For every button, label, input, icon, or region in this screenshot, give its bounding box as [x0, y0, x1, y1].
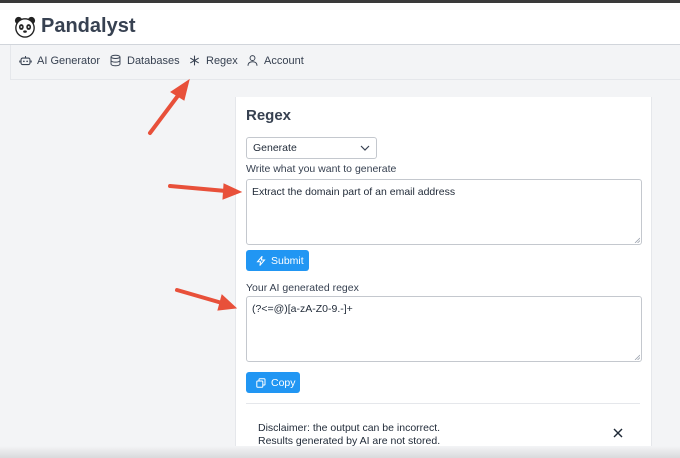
copy-label: Copy — [271, 376, 296, 389]
annotation-arrow-prompt — [168, 183, 243, 200]
asterisk-icon — [190, 55, 199, 66]
chevron-down-icon — [360, 145, 370, 151]
divider — [246, 403, 640, 404]
resize-handle-icon[interactable] — [634, 354, 640, 360]
nav-item-regex[interactable]: Regex — [188, 54, 238, 67]
window-bottom-shadow — [0, 446, 680, 458]
submit-button[interactable]: Submit — [246, 250, 309, 271]
nav-item-label: Regex — [206, 54, 238, 67]
app-title: Pandalyst — [41, 15, 136, 37]
disclaimer: Disclaimer: the output can be incorrect.… — [258, 422, 440, 448]
user-icon — [247, 55, 258, 66]
annotation-arrow-result — [175, 288, 238, 311]
mode-select-value: Generate — [253, 142, 297, 154]
prompt-textarea[interactable]: Extract the domain part of an email addr… — [246, 179, 642, 245]
database-icon — [110, 54, 121, 67]
app-header: Pandalyst — [0, 3, 680, 45]
nav-bar: AI Generator Databases Regex Account — [10, 45, 680, 80]
regex-panel: Regex Generate Write what you want to ge… — [235, 97, 652, 458]
result-textarea[interactable]: (?<=@)[a-zA-Z0-9.-]+ — [246, 296, 642, 362]
nav-item-databases[interactable]: Databases — [109, 54, 180, 67]
result-text: (?<=@)[a-zA-Z0-9.-]+ — [252, 303, 353, 315]
page-title: Regex — [246, 107, 292, 124]
mode-select[interactable]: Generate — [246, 137, 377, 159]
annotation-arrow-regex — [148, 78, 190, 135]
prompt-label: Write what you want to generate — [246, 163, 397, 175]
lightning-icon — [256, 255, 266, 266]
robot-icon — [19, 56, 32, 66]
nav-item-label: Account — [264, 54, 304, 67]
nav-item-ai-generator[interactable]: AI Generator — [19, 54, 100, 67]
submit-label: Submit — [271, 254, 304, 267]
nav-item-label: Databases — [127, 54, 180, 67]
prompt-text: Extract the domain part of an email addr… — [252, 186, 456, 198]
copy-button[interactable]: Copy — [246, 372, 300, 393]
nav-item-account[interactable]: Account — [246, 54, 304, 67]
close-icon[interactable] — [613, 428, 623, 438]
disclaimer-line-1: Disclaimer: the output can be incorrect. — [258, 422, 441, 434]
brand[interactable]: Pandalyst — [14, 15, 135, 38]
resize-handle-icon[interactable] — [634, 237, 640, 243]
nav-item-label: AI Generator — [37, 54, 100, 67]
result-label: Your AI generated regex — [246, 282, 359, 294]
copy-icon — [256, 377, 266, 388]
panda-logo-icon — [14, 16, 36, 38]
